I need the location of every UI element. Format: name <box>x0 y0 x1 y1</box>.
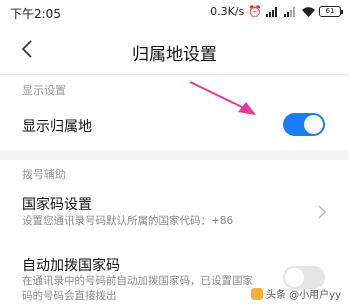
show-location-toggle[interactable] <box>283 113 325 136</box>
show-location-row[interactable]: 显示归属地 <box>0 102 349 148</box>
toggle-knob <box>304 115 323 134</box>
section-gap <box>0 150 349 160</box>
alarm-icon: ⏰ <box>248 5 262 18</box>
country-code-title: 国家码设置 <box>22 197 92 213</box>
title-bar: 归属地设置 <box>0 28 349 72</box>
battery-level: 61 <box>325 7 335 15</box>
network-speed: 0.3K/s <box>210 5 245 18</box>
section-label-dial-assist: 拨号辅助 <box>22 168 66 181</box>
annotation-arrow-icon <box>189 81 256 115</box>
status-icons: 0.3K/s ⏰ 61 <box>210 5 343 18</box>
signal-icon <box>266 6 277 17</box>
page-title: 归属地设置 <box>132 45 217 65</box>
watermark-logo-icon <box>250 287 263 300</box>
status-bar: 下午2:05 0.3K/s ⏰ 61 <box>0 0 349 26</box>
toggle-knob <box>285 268 304 287</box>
auto-add-code-subtitle-line2: 码的号码会直接拨出 <box>22 290 117 302</box>
chevron-right-icon <box>318 205 326 219</box>
show-location-title: 显示归属地 <box>22 119 92 135</box>
watermark: 头条 @小用户yy <box>250 286 341 301</box>
country-code-row[interactable]: 国家码设置 设置您通讯录号码默认所属的国家代码：+86 <box>0 186 349 234</box>
watermark-text: 头条 @小用户yy <box>265 290 341 301</box>
wifi-icon <box>302 6 315 17</box>
auto-add-code-subtitle-line1: 在通讯录中的号码前自动加拨国家码，已设置国家 <box>22 275 253 287</box>
signal-icon-2 <box>284 6 295 17</box>
country-code-subtitle: 设置您通讯录号码默认所属的国家代码：+86 <box>22 215 234 227</box>
divider <box>0 74 349 75</box>
section-label-display: 显示设置 <box>22 84 66 97</box>
status-time: 下午2:05 <box>10 7 61 21</box>
battery-icon: 61 <box>319 6 343 17</box>
auto-add-code-title: 自动加拨国家码 <box>22 258 120 274</box>
